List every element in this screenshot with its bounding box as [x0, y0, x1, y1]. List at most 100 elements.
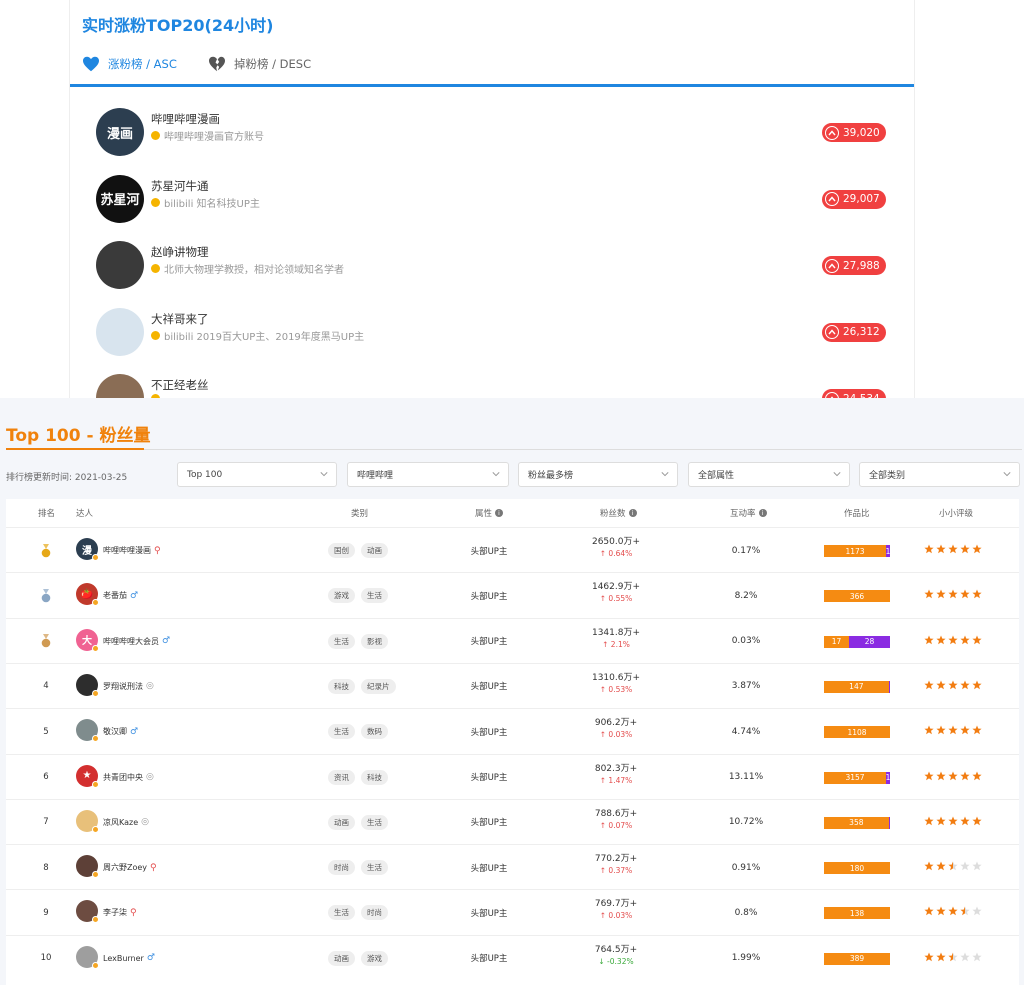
up-name[interactable]: 大祥哥来了	[151, 311, 209, 327]
fans-cell: 1462.9万+ ↑ 0.55%	[566, 579, 666, 603]
table-row[interactable]: 1漫哔哩哔哩漫画⚲国创动画头部UP主2650.0万+↑ 0.64%0.17%11…	[6, 527, 1019, 572]
category-tag[interactable]: 游戏	[361, 950, 388, 966]
tab-asc[interactable]: 涨粉榜 / ASC	[82, 56, 177, 72]
category-tag[interactable]: 生活	[361, 814, 388, 830]
header-interaction-label: 互动率	[730, 509, 756, 519]
category-tag[interactable]: 科技	[328, 678, 355, 694]
avatar[interactable]	[96, 374, 144, 398]
rank-cell: 4	[34, 664, 58, 709]
up-name[interactable]: 哔哩哔哩漫画	[151, 111, 220, 127]
talent-name[interactable]: 凉风Kaze ◎	[103, 800, 149, 845]
verified-icon	[92, 871, 99, 879]
up-name[interactable]: 赵峥讲物理	[151, 244, 209, 260]
category-tag[interactable]: 纪录片	[361, 678, 396, 694]
talent-name[interactable]: 罗翔说刑法 ◎	[103, 664, 154, 709]
tab-desc[interactable]: 掉粉榜 / DESC	[208, 56, 311, 72]
category-tag[interactable]: 游戏	[328, 588, 355, 604]
table-row[interactable]: 3大哔哩哔哩大会员♂生活影视头部UP主1341.8万+↑ 2.1%0.03%17…	[6, 617, 1019, 664]
table-row[interactable]: 8 周六野Zoey ⚲ 时尚 生活 头部UP主 770.2万+ ↑ 0.37% 0.91% 180	[6, 844, 1019, 889]
table-row[interactable]: 5 敬汉卿 ♂ 生活 数码 头部UP主 906.2万+ ↑ 0.03% 4.74% 1108	[6, 708, 1019, 753]
star-icon	[936, 952, 946, 961]
table-row[interactable]: 9 李子柒 ⚲ 生活 时尚 头部UP主 769.7万+ ↑ 0.03% 0.8% 138	[6, 889, 1019, 934]
category-tag[interactable]: 数码	[361, 724, 388, 740]
rank-number: 9	[43, 907, 49, 918]
header-talent: 达人	[76, 509, 94, 519]
rank-cell: 3	[34, 619, 58, 664]
fans-cell: 1310.6万+ ↑ 0.53%	[566, 670, 666, 694]
category-tags: 资讯 科技	[328, 755, 388, 800]
up-name[interactable]: 不正经老丝	[151, 377, 209, 393]
chevron-down-icon	[833, 472, 841, 477]
up-item[interactable]: 赵峥讲物理 北师大物理学教授，相对论领域知名学者 27,988	[70, 233, 914, 299]
category-tag[interactable]: 时尚	[328, 860, 355, 876]
talent-name-text: LexBurner	[103, 953, 144, 963]
table-row[interactable]: 2🍅老番茄♂游戏生活头部UP主1462.9万+↑ 0.55%8.2%366	[6, 572, 1019, 617]
category-tag[interactable]: 生活	[328, 633, 355, 649]
verified-icon	[92, 599, 99, 607]
talent-name[interactable]: LexBurner ♂	[103, 936, 155, 981]
up-name[interactable]: 苏星河牛通	[151, 178, 209, 194]
rank-cell: 2	[34, 573, 58, 618]
avatar[interactable]: 苏星河	[96, 174, 144, 223]
filter-attribute-select[interactable]: 全部属性	[688, 462, 850, 487]
category-tag[interactable]: 国创	[328, 543, 355, 558]
table-row[interactable]: 7 凉风Kaze ◎ 动画 生活 头部UP主 788.6万+ ↑ 0.07% 10.72% 358	[6, 798, 1019, 845]
avatar[interactable]	[96, 241, 144, 289]
up-desc-text: bilibili 2019百大UP主、2019年度黑马UP主	[164, 331, 365, 343]
works-secondary-value	[889, 681, 890, 693]
up-item[interactable]: 不正经老丝 24,534	[70, 366, 914, 398]
avatar[interactable]	[96, 307, 144, 356]
category-tag[interactable]: 科技	[361, 769, 388, 785]
filter-top100-select[interactable]: Top 100	[177, 462, 337, 487]
category-tag[interactable]: 动画	[328, 950, 355, 966]
talent-name[interactable]: 李子柒 ⚲	[103, 890, 137, 935]
half-star-icon	[948, 952, 958, 961]
gender-icon: ⚲	[154, 545, 161, 556]
filter-platform-select[interactable]: 哔哩哔哩	[347, 462, 509, 487]
gain-value: 39,020	[843, 126, 880, 139]
category-tag[interactable]: 资讯	[328, 769, 355, 785]
table-row[interactable]: 4 罗翔说刑法 ◎ 科技 纪录片 头部UP主 1310.6万+ ↑ 0.53% 3.87% 147	[6, 662, 1019, 709]
table-row[interactable]: 6 ★ 共青团中央 ◎ 资讯 科技 头部UP主 802.3万+ ↑ 1.47% 13.11% 315…	[6, 753, 1019, 800]
star-icon	[960, 544, 970, 554]
talent-name[interactable]: 哔哩哔哩大会员 ♂	[103, 619, 170, 664]
works-ratio-bar: 366	[824, 590, 890, 603]
star-icon	[972, 861, 982, 871]
interaction-rate: 13.11%	[728, 772, 764, 782]
category-tag[interactable]: 时尚	[361, 905, 388, 921]
filter-category-select[interactable]: 全部类别	[859, 462, 1020, 487]
category-tag[interactable]: 动画	[361, 543, 388, 558]
active-tab-indicator	[70, 84, 200, 87]
category-tag[interactable]: 动画	[328, 814, 355, 830]
info-icon[interactable]: i	[495, 509, 504, 517]
header-rank: 排名	[38, 509, 56, 519]
talent-name[interactable]: 周六野Zoey ⚲	[103, 845, 157, 890]
filter-list-select[interactable]: 粉丝最多榜	[518, 462, 678, 487]
talent-name[interactable]: 老番茄 ♂	[103, 573, 138, 618]
category-tag[interactable]: 生活	[361, 588, 388, 604]
category-tag[interactable]: 生活	[328, 724, 355, 740]
talent-name[interactable]: 敬汉卿 ♂	[103, 709, 138, 754]
star-icon	[972, 544, 982, 554]
category-tags: 国创 动画	[328, 528, 388, 573]
rank-cell: 9	[34, 890, 58, 935]
info-icon[interactable]: i	[628, 509, 637, 517]
up-item[interactable]: 漫画 哔哩哔哩漫画 哔哩哔哩漫画官方账号 39,020	[70, 100, 914, 166]
info-icon[interactable]: i	[758, 509, 767, 517]
category-tag[interactable]: 影视	[361, 633, 388, 649]
gender-icon: ⚲	[150, 862, 157, 873]
category-tag[interactable]: 生活	[328, 905, 355, 921]
attribute-cell: 头部UP主	[470, 682, 508, 693]
verified-icon	[92, 780, 99, 788]
category-tag[interactable]: 生活	[361, 860, 388, 876]
talent-name[interactable]: 共青团中央 ◎	[103, 755, 154, 800]
rank-cell: 5	[34, 709, 58, 754]
table-row[interactable]: 10 LexBurner ♂ 动画 游戏 头部UP主 764.5万+ ↓ -0.32% 1.99…	[6, 934, 1019, 981]
star-icon	[936, 589, 946, 599]
avatar[interactable]: 漫画	[96, 108, 144, 156]
fans-cell: 802.3万+ ↑ 1.47%	[566, 761, 666, 785]
up-item[interactable]: 苏星河 苏星河牛通 bilibili 知名科技UP主 29,007	[70, 167, 914, 233]
arrow-up-icon	[825, 125, 839, 140]
up-item[interactable]: 大祥哥来了 bilibili 2019百大UP主、2019年度黑马UP主 26,31…	[70, 300, 914, 366]
talent-name[interactable]: 哔哩哔哩漫画 ⚲	[103, 528, 161, 573]
